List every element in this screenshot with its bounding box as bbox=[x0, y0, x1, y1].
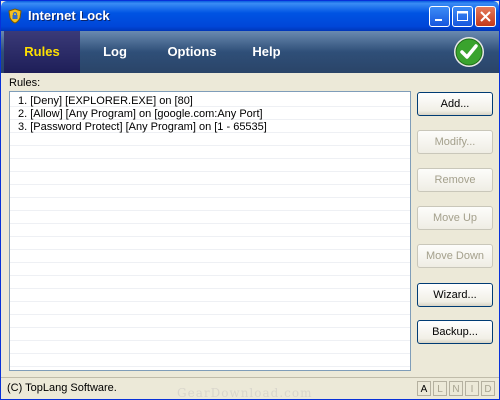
green-check-icon[interactable] bbox=[453, 36, 485, 68]
list-item[interactable]: 2. [Allow] [Any Program] on [google.com:… bbox=[18, 108, 263, 121]
backup-button[interactable]: Backup... bbox=[417, 320, 493, 344]
status-indicator-i: I bbox=[465, 381, 479, 396]
tab-options[interactable]: Options bbox=[151, 31, 233, 73]
rules-label: Rules: bbox=[9, 77, 41, 89]
modify-button[interactable]: Modify... bbox=[417, 130, 493, 154]
move-down-button[interactable]: Move Down bbox=[417, 244, 493, 268]
app-window: Internet Lock Rules Log Options Help Rul… bbox=[0, 0, 500, 400]
tab-help[interactable]: Help bbox=[239, 31, 294, 73]
status-indicator-n: N bbox=[449, 381, 463, 396]
list-item[interactable]: 1. [Deny] [EXPLORER.EXE] on [80] bbox=[18, 95, 193, 108]
list-item[interactable]: 3. [Password Protect] [Any Program] on [… bbox=[18, 121, 267, 134]
tab-log[interactable]: Log bbox=[85, 31, 145, 73]
move-up-button[interactable]: Move Up bbox=[417, 206, 493, 230]
wizard-button[interactable]: Wizard... bbox=[417, 283, 493, 307]
status-indicator-d: D bbox=[481, 381, 495, 396]
status-bar: (C) TopLang Software. GearDownload.com A… bbox=[1, 377, 499, 400]
title-bar[interactable]: Internet Lock bbox=[1, 1, 499, 31]
minimize-button[interactable] bbox=[429, 6, 450, 27]
close-button[interactable] bbox=[475, 6, 496, 27]
close-icon bbox=[480, 11, 491, 22]
window-title: Internet Lock bbox=[28, 8, 110, 23]
maximize-button[interactable] bbox=[452, 6, 473, 27]
tab-rules[interactable]: Rules bbox=[4, 31, 80, 73]
rules-list[interactable]: 1. [Deny] [EXPLORER.EXE] on [80] 2. [All… bbox=[9, 91, 411, 371]
add-button[interactable]: Add... bbox=[417, 92, 493, 116]
remove-button[interactable]: Remove bbox=[417, 168, 493, 192]
copyright-text: (C) TopLang Software. bbox=[7, 382, 117, 394]
watermark: GearDownload.com bbox=[177, 386, 313, 400]
maximize-icon bbox=[457, 11, 468, 21]
status-indicator-a: A bbox=[417, 381, 431, 396]
status-indicator-l: L bbox=[433, 381, 447, 396]
menu-bar: Rules Log Options Help bbox=[1, 31, 499, 73]
shield-lock-icon bbox=[7, 8, 23, 24]
minimize-icon bbox=[435, 19, 442, 21]
